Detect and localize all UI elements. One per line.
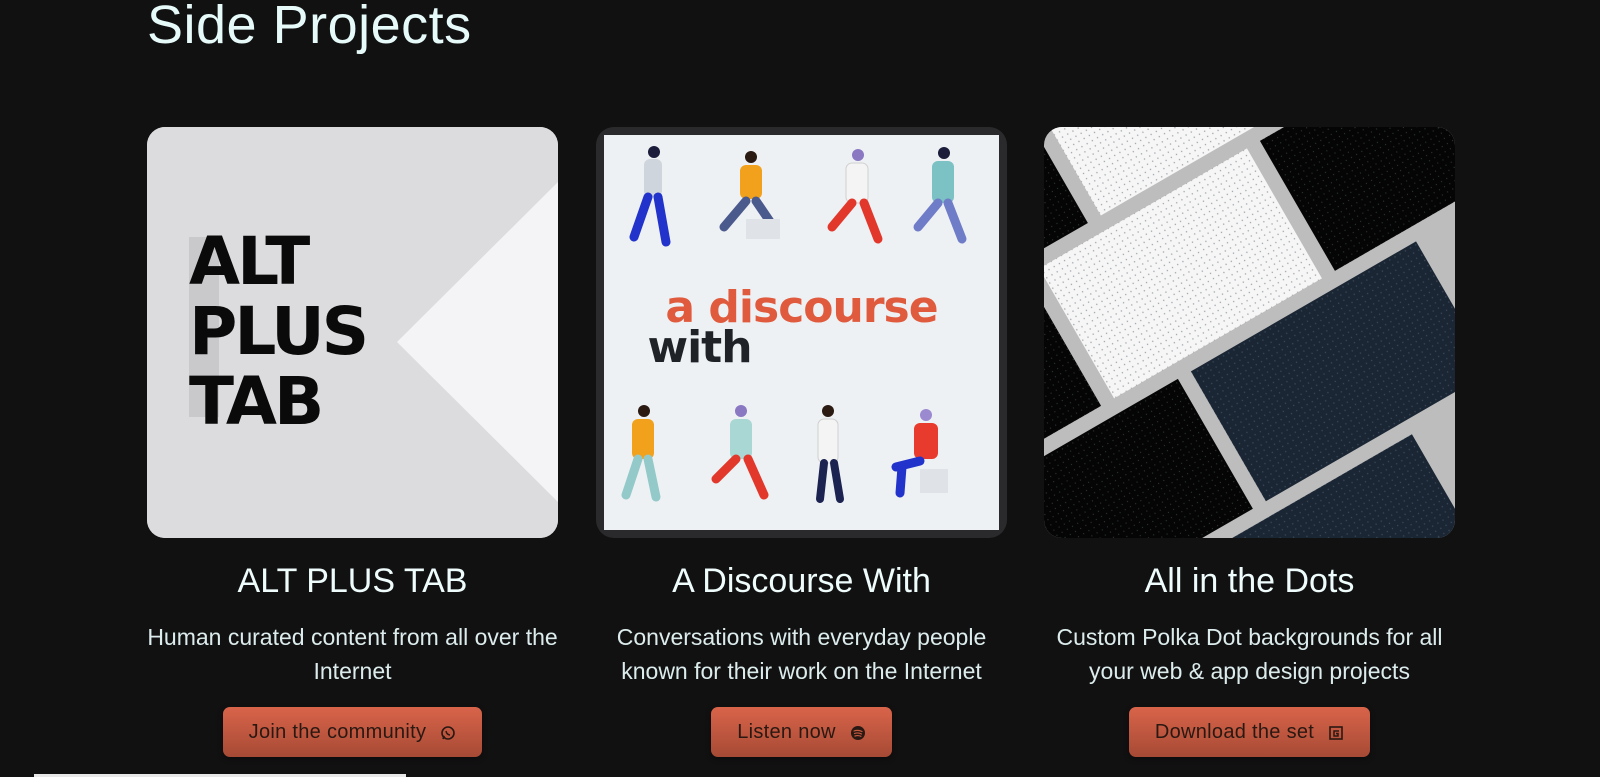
logo-line-tab: TAB [189,363,324,440]
card-title: All in the Dots [1144,562,1355,600]
section-title: Side Projects [147,0,472,55]
alt-plus-tab-logo-text: ALT PLUS TAB [189,223,369,440]
spotify-icon [850,724,866,740]
gumroad-icon [1328,724,1344,740]
logo-line-alt: ALT [189,223,310,300]
alt-plus-tab-thumbnail[interactable]: ALT PLUS TAB [147,127,558,538]
project-card-all-in-the-dots: All in the Dots Custom Polka Dot backgro… [1044,127,1455,757]
polka-dot-tiles-graphic [1044,127,1455,538]
whatsapp-icon [440,724,456,740]
card-title: A Discourse With [672,562,931,600]
project-card-discourse-with: a discourse with A Discourse With Conver… [596,127,1007,757]
join-community-button[interactable]: Join the community [222,707,483,757]
button-label: Download the set [1154,720,1315,743]
button-label: Join the community [248,720,427,743]
card-description: Human curated content from all over the … [147,624,558,684]
card-title: ALT PLUS TAB [237,562,468,600]
card-description: Conversations with everyday people known… [616,624,987,684]
listen-now-button[interactable]: Listen now [711,707,892,757]
discourse-logo-line2: with [647,322,752,373]
discourse-with-thumbnail[interactable]: a discourse with [596,127,1007,538]
card-description: Custom Polka Dot backgrounds for all you… [1056,624,1443,684]
logo-line-plus: PLUS [189,293,369,370]
download-set-button[interactable]: Download the set [1128,707,1371,757]
side-projects-page: Side Projects ALT PLUS TAB ALT PLUS TAB … [0,0,1600,777]
all-in-the-dots-thumbnail[interactable] [1044,127,1455,538]
project-card-alt-plus-tab: ALT PLUS TAB ALT PLUS TAB Human curated … [147,127,558,757]
button-label: Listen now [737,720,836,743]
